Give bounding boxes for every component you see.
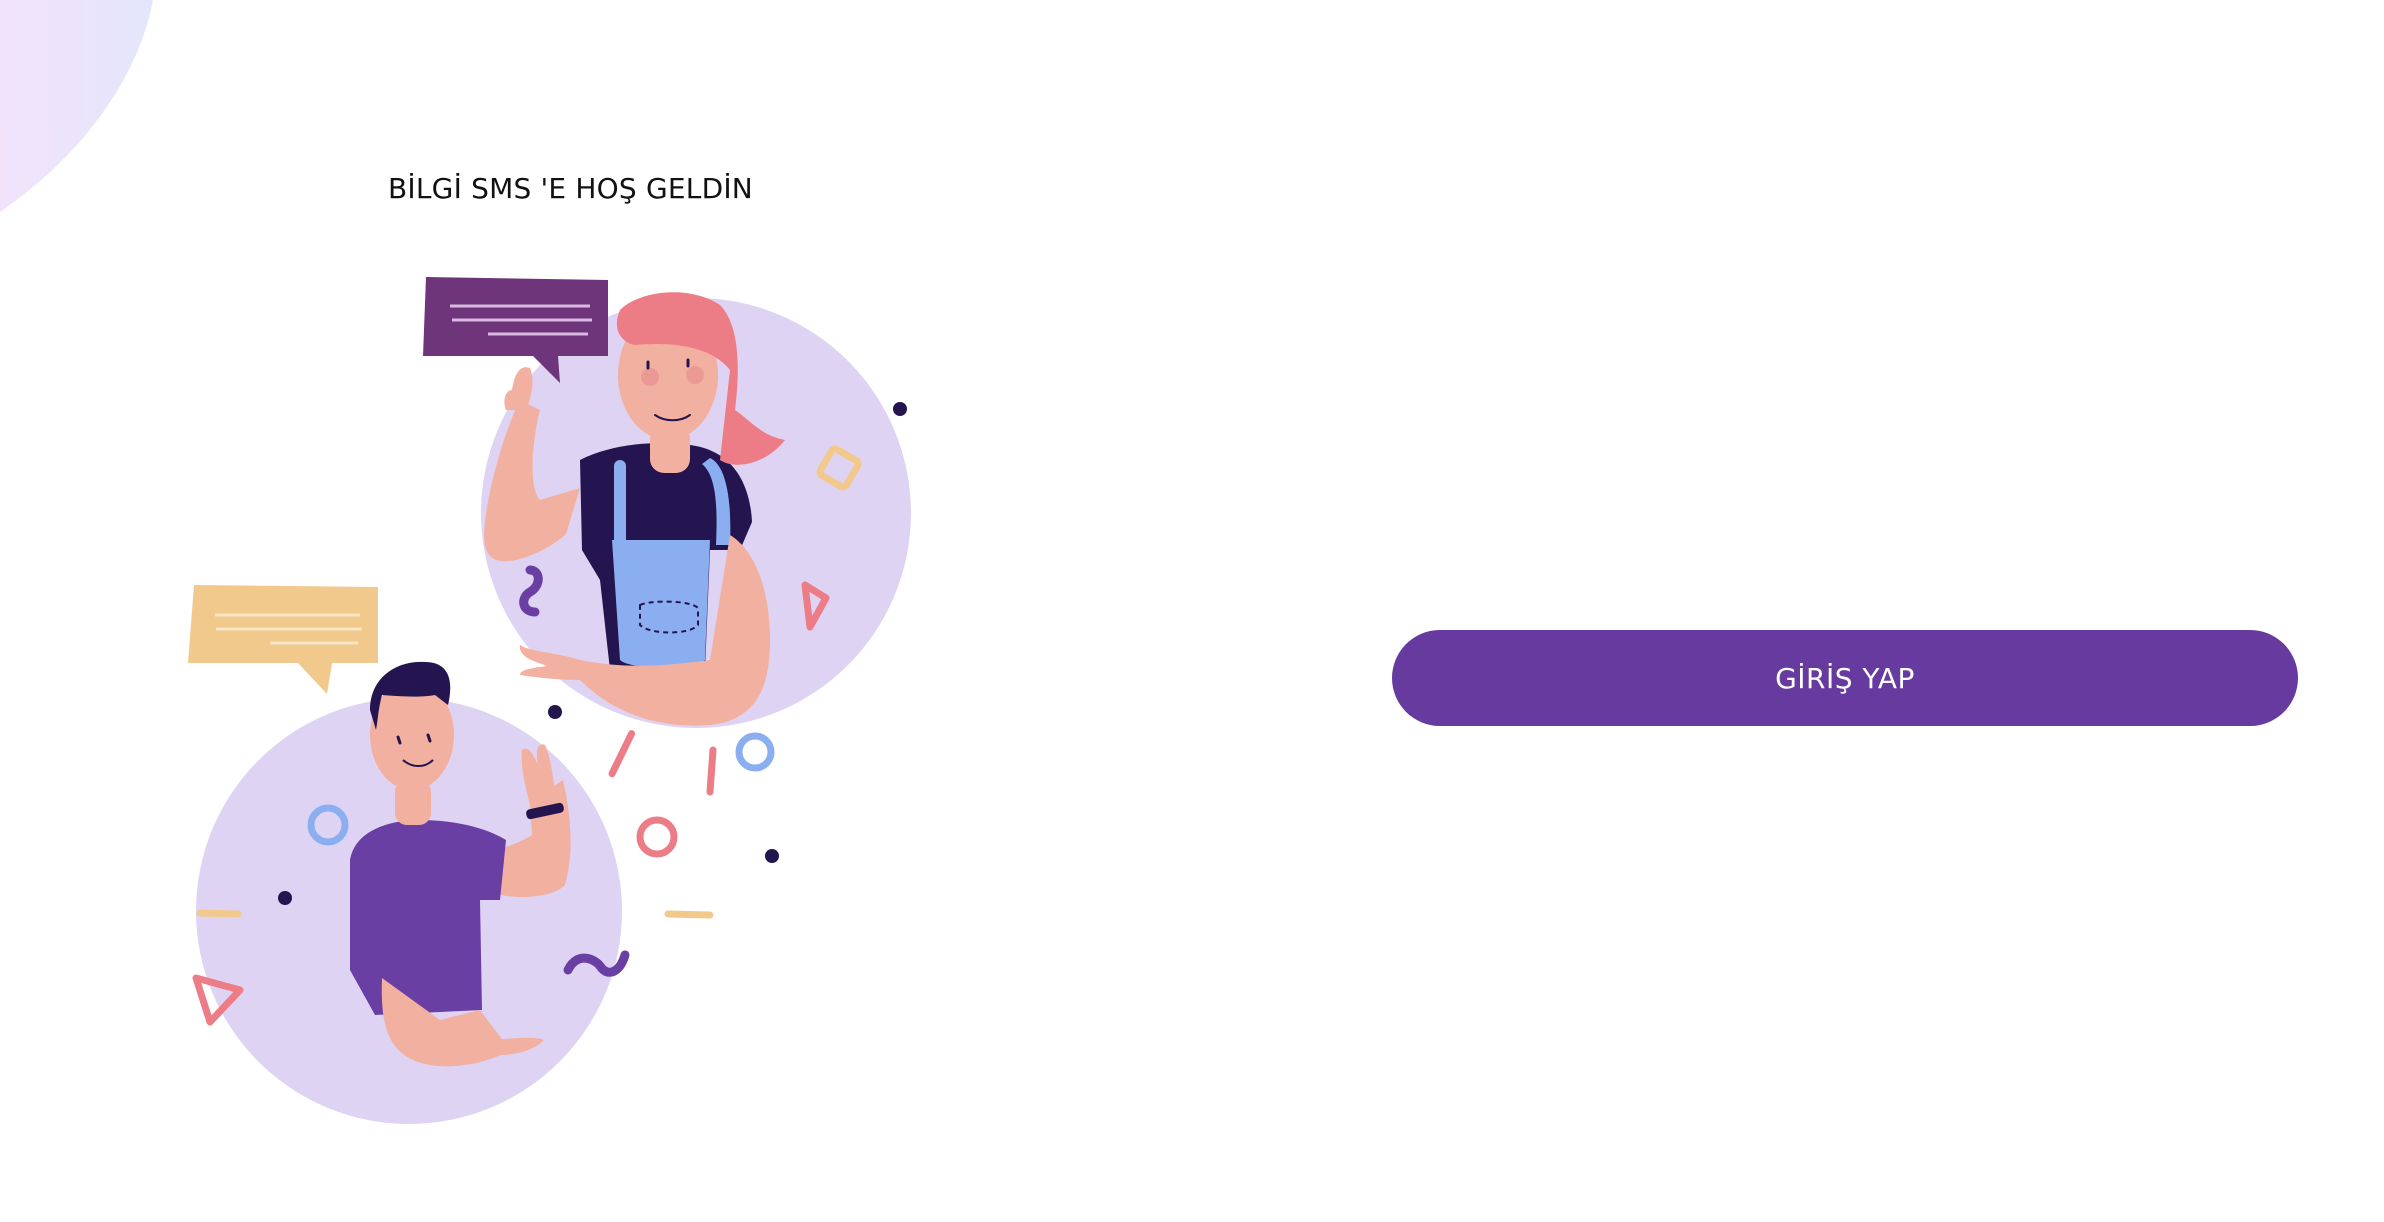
login-button[interactable]: GİRİŞ YAP (1392, 630, 2298, 726)
yellow-speech-bubble (188, 585, 378, 694)
login-page: BİLGİ SMS 'E HOŞ GELDİN GİRİŞ YAP (0, 0, 2384, 1222)
chat-illustration (188, 277, 911, 1124)
corner-gradient-shape (0, 0, 153, 212)
welcome-title: BİLGİ SMS 'E HOŞ GELDİN (388, 172, 753, 205)
